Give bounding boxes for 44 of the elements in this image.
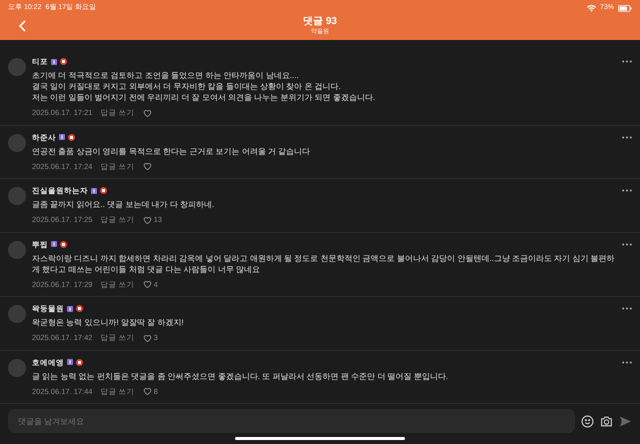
battery-icon xyxy=(618,4,632,12)
member-badge-icon xyxy=(68,134,75,141)
member-badge-icon xyxy=(76,305,83,312)
comment-input[interactable]: 댓글을 남겨보세요 xyxy=(8,409,575,433)
level-badge-icon xyxy=(67,306,73,312)
send-icon[interactable] xyxy=(619,414,632,428)
level-badge-icon xyxy=(59,134,65,140)
wifi-icon xyxy=(586,4,596,12)
level-badge-icon xyxy=(51,58,57,65)
page-title: 댓글 93 xyxy=(303,17,337,27)
more-icon[interactable] xyxy=(622,307,632,310)
comment-text: 글 읽는 능력 없는 펀치들은 댓글을 좀 안써주셨으면 좋겠습니다. 또 퍼날라서 선동하면 팬 수준만 더 떨어질 뿐입니다. xyxy=(32,370,450,382)
more-icon[interactable] xyxy=(622,60,632,64)
avatar xyxy=(8,187,26,205)
avatar xyxy=(8,58,26,76)
comment-text: 연공전 출품 상금이 영리를 목적으로 한다는 근거로 보기는 어려울 거 같습니다 xyxy=(32,146,312,157)
level-badge-icon xyxy=(91,188,97,194)
heart-icon[interactable] xyxy=(142,387,152,396)
avatar xyxy=(8,305,26,323)
more-icon[interactable] xyxy=(622,189,632,192)
level-badge-icon xyxy=(67,359,73,366)
comment-text: 왁굳형은 능력 있으니까! 알잘딱 잘 하겠지! xyxy=(32,317,185,328)
emoji-icon[interactable] xyxy=(581,414,594,428)
heart-icon[interactable] xyxy=(142,108,152,117)
comment-text: 자스락이랑 디즈니 까지 합세하면 차라리 감옥에 넣어 달라고 애원하게 될 정도로 천문학적인 금액으로 불어나서 감당이 안될텐데..그냥 조금이라도 자기 심기 불편하게 했다고 떼쓰는 어린이들 처럼 댓글 다는 사람들이 너무 많네요 xyxy=(32,252,616,275)
member-badge-icon xyxy=(100,187,107,194)
avatar xyxy=(8,134,26,152)
heart-icon[interactable] xyxy=(142,162,152,170)
more-icon[interactable] xyxy=(622,242,632,246)
back-icon[interactable] xyxy=(18,20,26,32)
member-badge-icon xyxy=(60,240,67,248)
member-badge-icon xyxy=(60,58,67,66)
member-badge-icon xyxy=(76,358,83,366)
comment-text: 글좀 끝까지 읽어요.. 댓글 보는데 내가 다 창피하네. xyxy=(32,199,216,210)
heart-icon[interactable] xyxy=(142,280,152,288)
heart-icon[interactable] xyxy=(142,334,152,342)
more-icon[interactable] xyxy=(622,360,632,364)
level-badge-icon xyxy=(51,241,57,248)
comment-text: 초기에 더 적극적으로 검토하고 조언을 들었으면 하는 안타까움이 남네요.... 결국 일이 커질대로 커지고 외부에서 더 무자비한 칼을 들이대는 상황이 찾아 온 겁니다. 저는 이런 일들이 벌어지기 전에 우리끼리 더 잘 모여서 의견을 나누는 분위기가 되면 좋겠습니다. xyxy=(32,70,376,104)
camera-icon[interactable] xyxy=(600,414,613,428)
more-icon[interactable] xyxy=(622,136,632,139)
avatar xyxy=(8,358,26,376)
avatar xyxy=(8,240,26,258)
heart-icon[interactable] xyxy=(142,216,152,224)
